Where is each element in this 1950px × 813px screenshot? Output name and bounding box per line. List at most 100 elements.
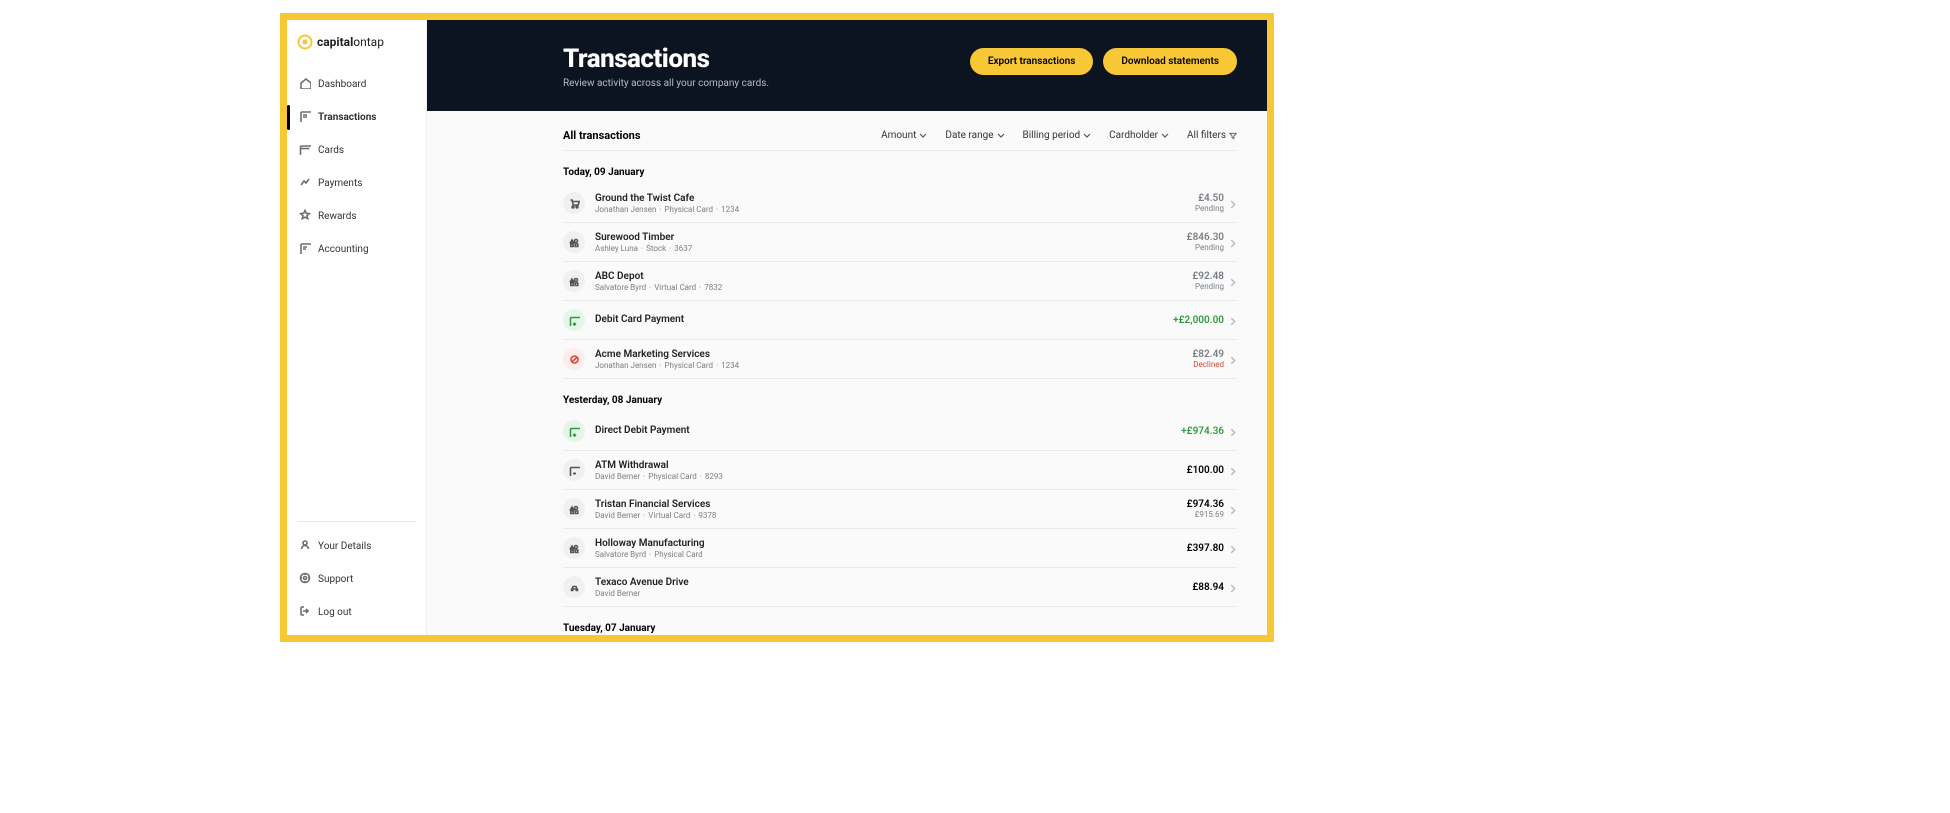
- transaction-title: ABC Depot: [595, 271, 1192, 283]
- user-icon: [299, 539, 311, 554]
- card-icon: [299, 143, 311, 158]
- transaction-amount: £974.36: [1187, 499, 1224, 510]
- filter-label: Billing period: [1023, 130, 1081, 141]
- transaction-row[interactable]: Tristan Financial ServicesDavid BernerVi…: [563, 490, 1237, 529]
- chevron-right-icon: [1230, 272, 1237, 291]
- list-toolbar: All transactions AmountDate rangeBilling…: [563, 129, 1237, 151]
- transaction-title: Holloway Manufacturing: [595, 538, 1187, 550]
- transaction-title: Direct Debit Payment: [595, 425, 1181, 437]
- transaction-row[interactable]: ATM WithdrawalDavid BernerPhysical Card8…: [563, 451, 1237, 490]
- sidebar-item-label: Dashboard: [318, 79, 366, 90]
- chevron-right-icon: [1230, 233, 1237, 252]
- sidebar-item-log-out[interactable]: Log out: [287, 596, 426, 629]
- transaction-row[interactable]: Ground the Twist CafeJonathan JensenPhys…: [563, 184, 1237, 223]
- transaction-row[interactable]: Holloway ManufacturingSalvatore ByrdPhys…: [563, 529, 1237, 568]
- filter-label: Cardholder: [1109, 130, 1158, 141]
- brand-name-b: ontap: [353, 35, 384, 49]
- filter-label: Date range: [945, 130, 993, 141]
- transaction-row[interactable]: Texaco Avenue DriveDavid Berner£88.94: [563, 568, 1237, 607]
- sidebar-item-cards[interactable]: Cards: [287, 134, 426, 167]
- transaction-row[interactable]: Debit Card Payment+£2,000.00: [563, 301, 1237, 340]
- brand-logo: capitalontap: [287, 20, 426, 68]
- sidebar-item-accounting[interactable]: Accounting: [287, 233, 426, 266]
- transaction-title: Acme Marketing Services: [595, 349, 1192, 361]
- download-statements-button[interactable]: Download statements: [1103, 48, 1237, 75]
- page-header: Transactions Review activity across all …: [427, 20, 1267, 111]
- chevron-right-icon: [1230, 539, 1237, 558]
- sidebar-footer-nav: Your Details Support Log out: [287, 530, 426, 635]
- page-title: Transactions: [563, 44, 769, 74]
- chevron-right-icon: [1230, 461, 1237, 480]
- transaction-meta: Salvatore ByrdPhysical Card: [595, 550, 1187, 559]
- payments-icon: [299, 176, 311, 191]
- transaction-amount: £88.94: [1192, 582, 1224, 593]
- sidebar-item-transactions[interactable]: Transactions: [287, 101, 426, 134]
- transaction-title: Tristan Financial Services: [595, 499, 1187, 511]
- ledger-icon: [299, 242, 311, 257]
- transaction-meta: David BernerVirtual Card9378: [595, 511, 1187, 520]
- transaction-row[interactable]: Direct Debit Payment+£974.36: [563, 412, 1237, 451]
- transactions-group-heading: Today, 09 January: [563, 167, 1237, 178]
- chevron-right-icon: [1230, 500, 1237, 519]
- transaction-amount: £100.00: [1187, 465, 1224, 476]
- transaction-amount: £92.48: [1192, 271, 1224, 282]
- filter-icon: [1229, 132, 1237, 140]
- sidebar-item-label: Rewards: [318, 211, 357, 222]
- sidebar-item-label: Transactions: [318, 112, 376, 123]
- transaction-title: ATM Withdrawal: [595, 460, 1187, 472]
- sidebar-item-label: Cards: [318, 145, 344, 156]
- sidebar-item-label: Log out: [318, 607, 352, 618]
- filter-billing-period[interactable]: Billing period: [1023, 130, 1092, 141]
- chevron-right-icon: [1230, 422, 1237, 441]
- chevron-right-icon: [1230, 194, 1237, 213]
- chevron-right-icon: [1230, 350, 1237, 369]
- sidebar-item-payments[interactable]: Payments: [287, 167, 426, 200]
- brand-name-a: capital: [317, 35, 353, 49]
- chevron-right-icon: [1230, 311, 1237, 330]
- sidebar-item-support[interactable]: Support: [287, 563, 426, 596]
- chevron-down-icon: [1083, 132, 1091, 140]
- chevron-down-icon: [919, 132, 927, 140]
- cart-icon: [563, 192, 585, 214]
- chevron-right-icon: [1230, 578, 1237, 597]
- filter-bar: Amount Date range Billing period Cardholder…: [881, 130, 1237, 141]
- payment-in-icon: [563, 309, 585, 331]
- filter-all-filters[interactable]: All filters: [1187, 130, 1237, 141]
- sidebar-item-your-details[interactable]: Your Details: [287, 530, 426, 563]
- logout-icon: [299, 605, 311, 620]
- transactions-list: Today, 09 January Ground the Twist CafeJo…: [563, 167, 1237, 634]
- transaction-meta: Ashley LunaStock3637: [595, 244, 1187, 253]
- transaction-row[interactable]: ABC DepotSalvatore ByrdVirtual Card7832£…: [563, 262, 1237, 301]
- content: All transactions AmountDate rangeBilling…: [427, 111, 1267, 635]
- sidebar-item-rewards[interactable]: Rewards: [287, 200, 426, 233]
- brand-icon: [297, 34, 313, 50]
- home-icon: [299, 77, 311, 92]
- sidebar-item-label: Payments: [318, 178, 362, 189]
- sidebar-nav: Dashboard Transactions Cards Payments Reward…: [287, 68, 426, 513]
- transaction-title: Debit Card Payment: [595, 314, 1173, 326]
- transactions-group-heading: Yesterday, 08 January: [563, 395, 1237, 406]
- transaction-amount: £82.49: [1192, 349, 1224, 360]
- shapes-icon: [563, 537, 585, 559]
- transaction-meta: David BernerPhysical Card8293: [595, 472, 1187, 481]
- transaction-row[interactable]: Surewood TimberAshley LunaStock3637£846.…: [563, 223, 1237, 262]
- support-icon: [299, 572, 311, 587]
- filter-amount[interactable]: Amount: [881, 130, 927, 141]
- transaction-title: Ground the Twist Cafe: [595, 193, 1195, 205]
- filter-label: Amount: [881, 130, 916, 141]
- export-transactions-button[interactable]: Export transactions: [970, 48, 1094, 75]
- page-subtitle: Review activity across all your company …: [563, 78, 769, 89]
- filter-label: All filters: [1187, 130, 1226, 141]
- sidebar-item-dashboard[interactable]: Dashboard: [287, 68, 426, 101]
- transaction-row[interactable]: Acme Marketing ServicesJonathan JensenPh…: [563, 340, 1237, 379]
- transactions-group-heading: Tuesday, 07 January: [563, 623, 1237, 634]
- chevron-down-icon: [997, 132, 1005, 140]
- sidebar-item-label: Your Details: [318, 541, 371, 552]
- filter-date-range[interactable]: Date range: [945, 130, 1004, 141]
- shapes-icon: [563, 498, 585, 520]
- filter-cardholder[interactable]: Cardholder: [1109, 130, 1169, 141]
- transaction-amount: £4.50: [1195, 193, 1224, 204]
- transaction-secondary-amount: £915.69: [1187, 510, 1224, 519]
- atm-icon: [563, 459, 585, 481]
- chevron-down-icon: [1161, 132, 1169, 140]
